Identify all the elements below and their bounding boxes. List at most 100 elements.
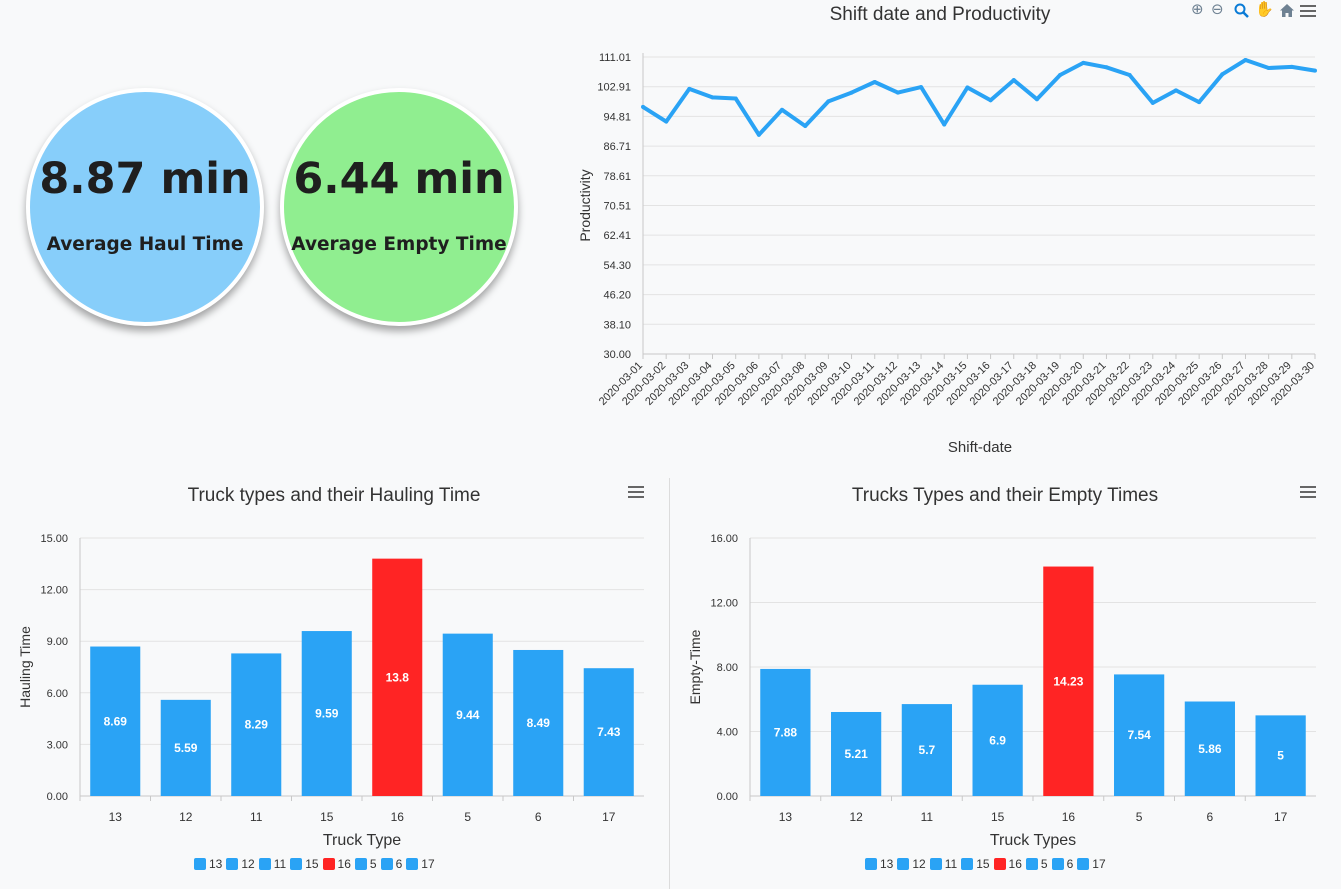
hauling-legend-item[interactable]: 11	[258, 857, 286, 871]
hauling-y-tick: 12.00	[40, 585, 68, 597]
empty-menu-icon[interactable]	[1300, 486, 1316, 498]
hauling-y-tick: 0.00	[47, 791, 68, 803]
hauling-data-label: 9.44	[456, 708, 480, 722]
hauling-x-tick: 11	[250, 810, 263, 824]
empty-data-label: 7.88	[774, 725, 798, 739]
empty-legend-label: 12	[912, 857, 926, 871]
productivity-data-point[interactable]	[919, 85, 924, 90]
hauling-legend-swatch	[322, 858, 335, 870]
productivity-data-point[interactable]	[849, 90, 854, 95]
empty-x-label: Truck Types	[990, 832, 1076, 849]
productivity-y-tick: 70.51	[603, 200, 631, 212]
productivity-data-point[interactable]	[664, 119, 669, 124]
productivity-data-point[interactable]	[803, 123, 808, 128]
productivity-data-point[interactable]	[1220, 72, 1225, 77]
empty-legend: 13 12 11 15 16 5 6 17	[865, 857, 1110, 871]
productivity-menu-icon[interactable]	[1300, 5, 1316, 17]
hauling-y-tick: 15.00	[40, 533, 68, 545]
hauling-legend: 13 12 11 15 16 5 6 17	[194, 857, 439, 871]
productivity-data-point[interactable]	[1173, 88, 1178, 93]
empty-legend-swatch	[1077, 858, 1090, 870]
productivity-data-point[interactable]	[1243, 57, 1248, 62]
productivity-data-point[interactable]	[988, 98, 993, 103]
hauling-y-tick: 9.00	[47, 636, 68, 648]
hauling-legend-label: 15	[305, 857, 319, 871]
hauling-data-label: 8.69	[104, 714, 128, 728]
productivity-data-point[interactable]	[756, 132, 761, 137]
hauling-data-label: 8.49	[527, 716, 551, 730]
hauling-x-tick: 17	[602, 810, 616, 824]
empty-legend-label: 11	[944, 857, 958, 871]
productivity-data-point[interactable]	[641, 104, 645, 109]
home-reset-icon[interactable]	[1279, 3, 1295, 18]
productivity-data-point[interactable]	[780, 107, 785, 112]
productivity-y-tick: 54.30	[603, 260, 631, 272]
empty-x-tick: 11	[921, 810, 934, 824]
hauling-legend-swatch	[380, 858, 393, 870]
empty-x-tick: 16	[1062, 810, 1076, 824]
hauling-legend-swatch	[258, 858, 271, 870]
hauling-legend-swatch	[226, 858, 239, 870]
empty-legend-item[interactable]: 13	[865, 857, 893, 871]
empty-legend-item[interactable]: 15	[961, 857, 990, 871]
productivity-data-point[interactable]	[1081, 60, 1086, 65]
empty-legend-item[interactable]: 17	[1077, 857, 1106, 871]
productivity-data-point[interactable]	[1127, 73, 1132, 78]
hauling-legend-item[interactable]: 17	[406, 857, 435, 871]
pan-hand-icon[interactable]: ✋	[1255, 2, 1274, 18]
hauling-data-label: 9.59	[315, 707, 339, 721]
hauling-x-tick: 13	[109, 810, 123, 824]
productivity-y-tick: 62.41	[603, 230, 631, 242]
hauling-y-label: Hauling Time	[17, 626, 33, 708]
empty-legend-swatch	[1051, 858, 1064, 870]
productivity-data-point[interactable]	[1034, 97, 1039, 102]
empty-x-tick: 13	[779, 810, 793, 824]
productivity-data-point[interactable]	[1104, 65, 1109, 70]
hauling-legend-label: 13	[209, 857, 223, 871]
productivity-data-point[interactable]	[1150, 100, 1155, 105]
empty-legend-item[interactable]: 16	[993, 857, 1022, 871]
productivity-y-tick: 111.01	[599, 52, 631, 64]
productivity-data-point[interactable]	[1289, 64, 1294, 69]
productivity-data-point[interactable]	[826, 99, 831, 104]
empty-legend-item[interactable]: 5	[1025, 857, 1048, 871]
zoom-in-icon[interactable]: ⊕	[1191, 2, 1204, 18]
empty-legend-item[interactable]: 11	[929, 857, 958, 871]
empty-y-tick: 8.00	[717, 662, 738, 674]
zoom-out-icon[interactable]: ⊖	[1211, 2, 1224, 18]
productivity-data-point[interactable]	[895, 90, 900, 95]
hauling-y-tick: 3.00	[47, 739, 68, 751]
productivity-data-point[interactable]	[1058, 73, 1063, 78]
productivity-data-point[interactable]	[1313, 68, 1317, 73]
zoom-selection-icon[interactable]	[1234, 3, 1249, 18]
productivity-data-point[interactable]	[942, 122, 947, 127]
productivity-data-point[interactable]	[1197, 100, 1202, 105]
empty-legend-item[interactable]: 6	[1051, 857, 1073, 871]
productivity-data-point[interactable]	[1266, 66, 1271, 71]
productivity-y-tick: 46.20	[603, 290, 631, 302]
avg-haul-time-label: Average Haul Time	[46, 234, 244, 255]
hauling-legend-item[interactable]: 15	[290, 857, 319, 871]
hauling-legend-item[interactable]: 13	[194, 857, 222, 871]
productivity-data-point[interactable]	[733, 96, 738, 101]
empty-data-label: 7.54	[1127, 728, 1151, 742]
hauling-legend-item[interactable]: 12	[226, 857, 255, 871]
hauling-legend-swatch	[406, 858, 419, 870]
hauling-legend-swatch	[290, 858, 303, 870]
hauling-legend-item[interactable]: 6	[380, 857, 403, 871]
productivity-data-point[interactable]	[710, 95, 715, 100]
hauling-x-tick: 12	[179, 810, 193, 824]
hauling-legend-label: 6	[395, 857, 403, 871]
hauling-legend-item[interactable]: 5	[354, 857, 377, 871]
empty-legend-swatch	[961, 858, 974, 870]
empty-legend-item[interactable]: 12	[897, 857, 926, 871]
productivity-data-point[interactable]	[872, 79, 877, 84]
productivity-data-point[interactable]	[965, 85, 970, 90]
empty-legend-swatch	[929, 858, 942, 870]
productivity-data-point[interactable]	[1011, 78, 1016, 83]
hauling-menu-icon[interactable]	[628, 486, 644, 498]
hauling-data-label: 5.59	[174, 741, 198, 755]
productivity-data-point[interactable]	[687, 86, 692, 91]
hauling-bar-chart: 0.00 3.00 6.00 9.00 12.00 15.00 8.69 13 5.59 12 8.…	[17, 533, 644, 849]
hauling-legend-item[interactable]: 16	[322, 857, 351, 871]
